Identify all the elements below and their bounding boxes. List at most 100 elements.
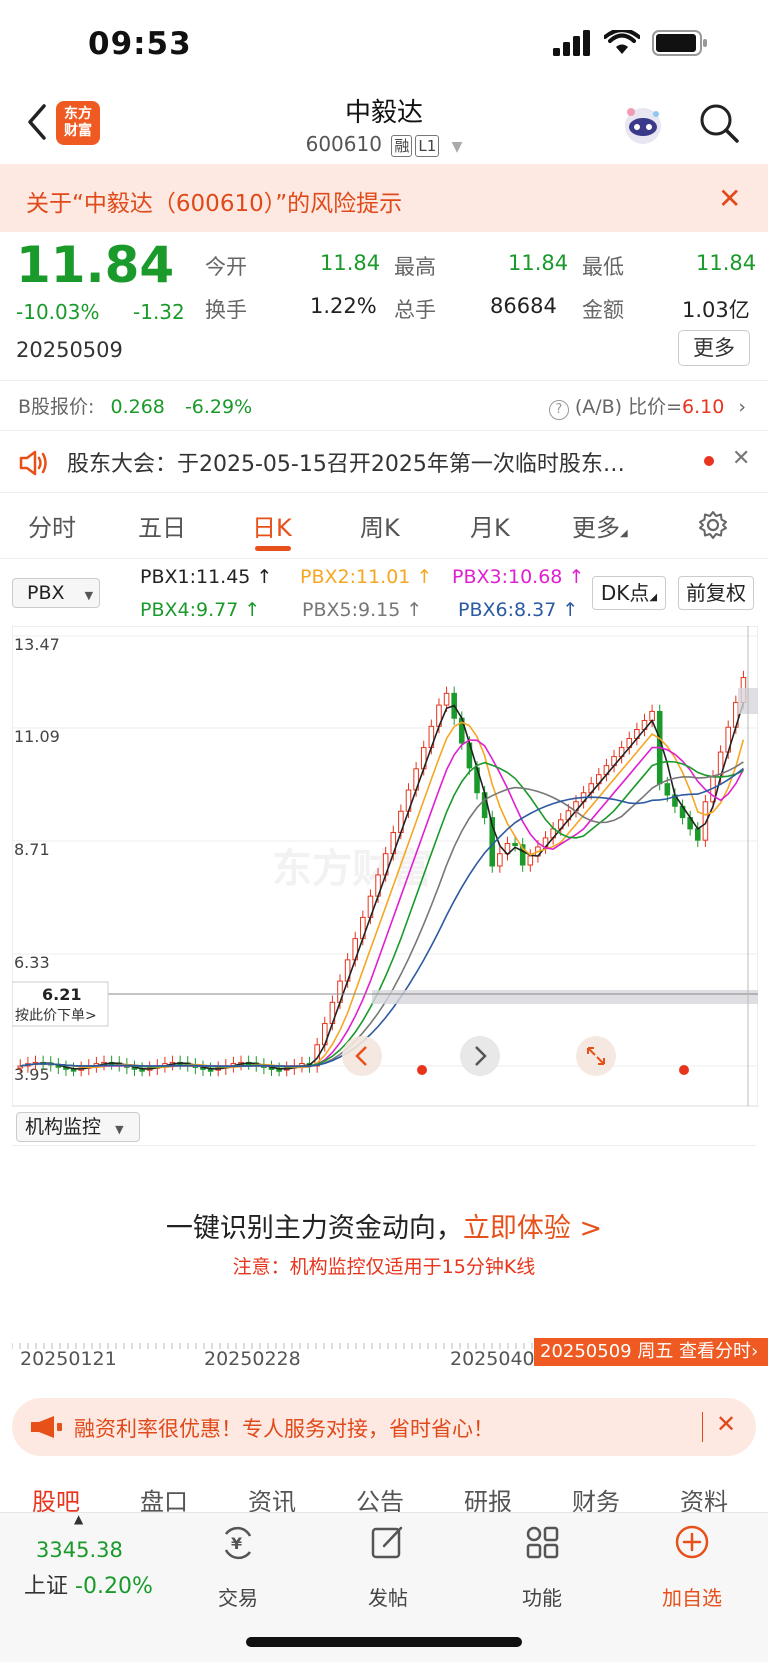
- close-icon[interactable]: ✕: [716, 1410, 736, 1438]
- promo-text: 融资利率很优惠！专人服务对接，省时省心！: [74, 1417, 494, 1441]
- divider: [0, 430, 768, 431]
- pbx4-text: PBX4:9.77: [140, 599, 239, 621]
- institution-text: 一键识别主力资金动向，: [165, 1213, 463, 1244]
- y-axis-label: 13.47: [14, 635, 60, 654]
- divider: [0, 492, 768, 493]
- robot-assistant-icon[interactable]: [620, 102, 666, 148]
- chart-watermark: 东方财富: [272, 846, 432, 892]
- meeting-notice[interactable]: 股东大会：于2025-05-15召开2025年第一次临时股东… ✕: [18, 446, 758, 478]
- risk-text: 关于“中毅达（600610）”的风险提示: [26, 191, 403, 217]
- candle-body: [497, 853, 503, 867]
- add-icon[interactable]: [674, 1524, 710, 1560]
- indicator-select-label: PBX: [27, 582, 65, 604]
- index-row[interactable]: 上证 -0.20%: [24, 1568, 153, 1600]
- nav-bar: 东方 财富 中毅达 600610 融 L1 ▼: [0, 88, 768, 164]
- event-marker[interactable]: [417, 1065, 427, 1075]
- chevron-down-icon: ▼: [115, 1123, 124, 1136]
- svg-text:¥: ¥: [231, 1534, 242, 1553]
- try-now-link[interactable]: 立即体验 >: [463, 1213, 602, 1244]
- compose-icon[interactable]: [370, 1524, 406, 1560]
- indicator-select[interactable]: PBX ▼: [12, 578, 100, 608]
- kline-chart[interactable]: 东方财富 13.4711.098.716.333.95 6.21 按此价下单>: [12, 626, 758, 1110]
- battery-icon: [652, 30, 707, 56]
- trade-label[interactable]: 交易: [188, 1582, 288, 1611]
- dk-point-button[interactable]: DK点◢: [592, 576, 666, 610]
- order-price-sub: 按此价下单>: [15, 1008, 97, 1024]
- close-icon[interactable]: ✕: [732, 446, 750, 471]
- pbx1-text: PBX1:11.45: [140, 566, 251, 588]
- pan-left-button[interactable]: [342, 1036, 382, 1076]
- amount-label: 金额: [582, 298, 624, 322]
- pbx6-value: PBX6:8.37 ↑: [458, 599, 579, 621]
- candle-body: [512, 843, 518, 847]
- chevron-down-icon: ▼: [451, 139, 463, 155]
- event-marker[interactable]: [679, 1065, 689, 1075]
- high-label: 最高: [394, 255, 436, 279]
- tab-five-day[interactable]: 五日: [138, 508, 186, 543]
- add-watchlist-label[interactable]: 加自选: [642, 1582, 742, 1611]
- view-timeshare-badge[interactable]: 20250509 周五 查看分时›: [534, 1338, 768, 1366]
- post-label[interactable]: 发帖: [338, 1582, 438, 1611]
- chevron-down-icon: ▼: [84, 589, 94, 602]
- tab-timeshare[interactable]: 分时: [28, 508, 76, 543]
- fullscreen-button[interactable]: [576, 1036, 616, 1076]
- function-label[interactable]: 功能: [492, 1582, 592, 1611]
- ab-label: (A/B) 比价=: [574, 396, 683, 418]
- chevron-right-icon: ›: [738, 396, 746, 418]
- tab-more[interactable]: 更多◢: [572, 508, 628, 543]
- pbx5-value: PBX5:9.15 ↑: [302, 599, 423, 621]
- tab-daily-k[interactable]: 日K: [252, 508, 292, 543]
- volume-value: 86684: [490, 294, 557, 318]
- pan-right-button[interactable]: [460, 1036, 500, 1076]
- tab-monthly-k[interactable]: 月K: [470, 508, 510, 543]
- status-bar: 09:53: [0, 0, 768, 88]
- turnover-label: 换手: [205, 298, 247, 322]
- meeting-text: 股东大会：于2025-05-15召开2025年第一次临时股东…: [67, 452, 625, 477]
- active-tab-indicator: [255, 546, 291, 551]
- risk-banner[interactable]: 关于“中毅达（600610）”的风险提示 ✕: [0, 164, 768, 232]
- institution-select[interactable]: 机构监控 ▼: [16, 1112, 140, 1142]
- adjust-button[interactable]: 前复权: [678, 576, 754, 610]
- ab-value: 6.10: [682, 396, 725, 418]
- order-price-tag[interactable]: 6.21 按此价下单>: [12, 981, 109, 1027]
- settings-icon[interactable]: [698, 510, 728, 540]
- institution-note: 注意：机构监控仅适用于15分钟K线: [232, 1256, 536, 1278]
- trade-icon[interactable]: ¥: [218, 1524, 258, 1562]
- promo-divider: [702, 1412, 703, 1442]
- tab-weekly-k[interactable]: 周K: [360, 508, 400, 543]
- divider: [0, 380, 768, 381]
- index-value[interactable]: 3345.38: [36, 1538, 123, 1562]
- grid-icon[interactable]: [524, 1524, 560, 1560]
- candle-body: [527, 855, 534, 866]
- more-button[interactable]: 更多: [678, 330, 750, 366]
- bshare-pct: -6.29%: [184, 396, 253, 418]
- search-icon[interactable]: [698, 102, 740, 144]
- index-label: 上证: [24, 1574, 69, 1599]
- close-icon[interactable]: ✕: [718, 182, 741, 215]
- x-axis-date: 20250228: [204, 1348, 301, 1370]
- volume-label: 总手: [394, 298, 436, 322]
- open-value: 11.84: [320, 251, 381, 275]
- promo-banner[interactable]: 融资利率很优惠！专人服务对接，省时省心！ ✕: [12, 1398, 756, 1456]
- ab-ratio[interactable]: ? (A/B) 比价=6.10 ›: [548, 392, 746, 420]
- institution-promo[interactable]: 一键识别主力资金动向，立即体验 >: [0, 1206, 768, 1245]
- signal-icon: [553, 30, 590, 56]
- megaphone-icon: [31, 1416, 62, 1438]
- wifi-icon: [604, 30, 640, 54]
- speaker-icon: [19, 450, 47, 476]
- pbx2-value: PBX2:11.01 ↑: [300, 566, 433, 588]
- price-band: [372, 990, 758, 1004]
- chevron-right-icon: ›: [751, 1341, 759, 1362]
- help-icon: ?: [548, 400, 569, 420]
- open-label: 今开: [205, 255, 247, 279]
- pbx2-text: PBX2:11.01: [300, 566, 411, 588]
- pbx1-value: PBX1:11.45 ↑: [140, 566, 273, 588]
- unread-dot: [704, 456, 714, 466]
- y-axis-label: 6.33: [14, 953, 50, 972]
- bshare-label: B股报价:: [18, 396, 95, 418]
- view-timeshare-label: 20250509 周五 查看分时: [540, 1341, 752, 1362]
- level-tag: L1: [415, 135, 440, 157]
- bshare-row: B股报价: 0.268 -6.29%: [18, 392, 252, 419]
- status-time: 09:53: [88, 26, 192, 62]
- pbx5-text: PBX5:9.15: [302, 599, 401, 621]
